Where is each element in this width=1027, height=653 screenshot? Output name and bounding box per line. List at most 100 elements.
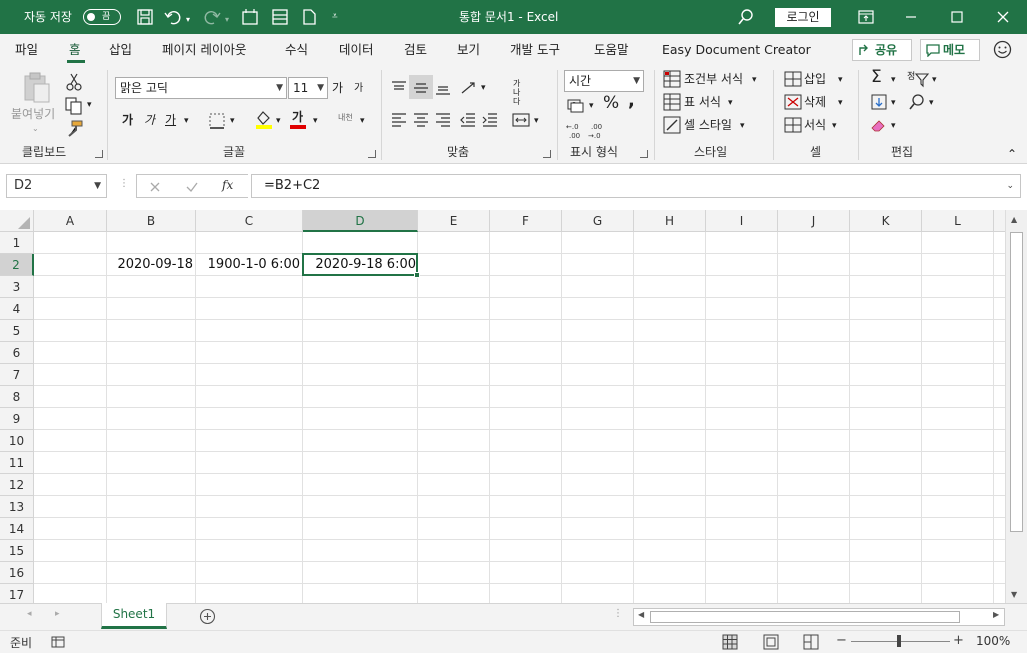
new-sheet-icon[interactable] <box>241 8 259 26</box>
cell-styles-label[interactable]: 셀 스타일 <box>684 117 732 133</box>
close-icon[interactable] <box>994 8 1012 26</box>
column-header-i[interactable]: I <box>706 210 778 232</box>
save-icon[interactable] <box>136 8 154 26</box>
borders-dropdown-icon[interactable]: ▾ <box>230 113 235 129</box>
align-right-icon[interactable] <box>433 110 453 130</box>
percent-icon[interactable]: % <box>603 95 619 112</box>
scroll-down-icon[interactable]: ▼ <box>1011 590 1017 599</box>
cell-styles-dropdown-icon[interactable]: ▾ <box>740 118 745 134</box>
document-icon[interactable] <box>300 8 318 26</box>
align-left-icon[interactable] <box>389 110 409 130</box>
format-as-table-icon[interactable] <box>662 92 682 112</box>
font-size-combo[interactable]: 11 ▼ <box>288 77 328 99</box>
cut-icon[interactable] <box>64 72 84 92</box>
row-header-16[interactable]: 16 <box>0 562 34 584</box>
row-header-4[interactable]: 4 <box>0 298 34 320</box>
insert-cells-label[interactable]: 삽입 <box>804 71 826 87</box>
row-header-10[interactable]: 10 <box>0 430 34 452</box>
format-cells-label[interactable]: 서식 <box>804 117 826 133</box>
font-color-button[interactable]: 가 <box>292 109 303 125</box>
orientation-dropdown-icon[interactable]: ▾ <box>481 80 486 96</box>
column-header-d[interactable]: D <box>303 210 418 232</box>
clear-icon[interactable] <box>869 115 889 135</box>
maximize-icon[interactable] <box>948 8 966 26</box>
row-header-7[interactable]: 7 <box>0 364 34 386</box>
formula-input[interactable]: =B2+C2 ⌄ <box>251 174 1021 198</box>
format-painter-icon[interactable] <box>64 119 84 139</box>
minimize-icon[interactable] <box>902 8 920 26</box>
comma-style-icon[interactable]: , <box>628 92 635 110</box>
share-button[interactable]: 공유 <box>852 39 912 61</box>
delete-cells-icon[interactable] <box>783 92 803 112</box>
autosum-icon[interactable]: Σ <box>871 69 882 86</box>
alignment-launcher-icon[interactable] <box>543 150 551 158</box>
zoom-out-icon[interactable]: − <box>836 633 847 648</box>
format-as-table-label[interactable]: 표 서식 <box>684 94 721 110</box>
column-header-j[interactable]: J <box>778 210 850 232</box>
delete-dropdown-icon[interactable]: ▾ <box>838 95 843 111</box>
tab-home[interactable]: 홈 <box>69 42 81 58</box>
format-cells-icon[interactable] <box>783 115 803 135</box>
autosave-toggle[interactable]: 끔 <box>83 9 121 25</box>
add-sheet-icon[interactable] <box>199 608 216 625</box>
align-bottom-icon[interactable] <box>433 78 453 98</box>
sort-dropdown-icon[interactable]: ▾ <box>932 72 937 88</box>
align-top-icon[interactable] <box>389 78 409 98</box>
cell-b2[interactable]: 2020-09-18 <box>107 254 195 276</box>
column-header-a[interactable]: A <box>34 210 107 232</box>
column-header-g[interactable]: G <box>562 210 634 232</box>
horizontal-scroll-thumb[interactable] <box>650 611 960 623</box>
row-header-1[interactable]: 1 <box>0 232 34 254</box>
normal-view-icon[interactable] <box>722 634 738 650</box>
number-format-combo[interactable]: 시간 ▼ <box>564 70 644 92</box>
row-header-15[interactable]: 15 <box>0 540 34 562</box>
bold-button[interactable]: 가 <box>122 112 133 128</box>
shrink-font-button[interactable]: 가 <box>354 81 363 97</box>
redo-icon[interactable] <box>203 8 221 26</box>
cell-styles-icon[interactable] <box>662 115 682 135</box>
ribbon-display-icon[interactable] <box>857 8 875 26</box>
merge-center-icon[interactable] <box>511 110 531 130</box>
orientation-icon[interactable] <box>459 78 479 98</box>
row-header-17[interactable]: 17 <box>0 584 34 603</box>
tab-data[interactable]: 데이터 <box>339 42 374 58</box>
format-dropdown-icon[interactable]: ▾ <box>832 118 837 134</box>
clear-dropdown-icon[interactable]: ▾ <box>891 118 896 134</box>
zoom-level[interactable]: 100% <box>976 634 1010 648</box>
tab-split-icon[interactable]: ⋮ <box>613 608 623 619</box>
collapse-ribbon-icon[interactable]: ⌃ <box>1007 146 1017 162</box>
row-header-14[interactable]: 14 <box>0 518 34 540</box>
find-select-icon[interactable] <box>907 92 927 112</box>
tab-formulas[interactable]: 수식 <box>285 42 308 58</box>
conditional-formatting-label[interactable]: 조건부 서식 <box>684 71 743 87</box>
scroll-up-icon[interactable]: ▲ <box>1011 215 1017 224</box>
tab-page-layout[interactable]: 페이지 레이아웃 <box>162 42 246 58</box>
find-dropdown-icon[interactable]: ▾ <box>929 95 934 111</box>
increase-decimal-icon[interactable]: ←.0.00 <box>566 120 586 140</box>
align-middle-icon[interactable] <box>411 78 431 98</box>
font-name-combo[interactable]: 맑은 고딕 ▼ <box>115 77 287 99</box>
tab-developer[interactable]: 개발 도구 <box>510 42 560 58</box>
feedback-smiley-icon[interactable] <box>993 40 1012 59</box>
sheet-tab-sheet1[interactable]: Sheet1 <box>101 603 167 629</box>
tab-help[interactable]: 도움말 <box>594 42 629 58</box>
column-header-l[interactable]: L <box>922 210 994 232</box>
autosum-dropdown-icon[interactable]: ▾ <box>891 72 896 88</box>
select-all-button[interactable] <box>0 210 34 232</box>
tab-file[interactable]: 파일 <box>15 42 38 58</box>
decrease-decimal-icon[interactable]: .00→.0 <box>588 120 608 140</box>
vertical-scroll-thumb[interactable] <box>1010 232 1023 532</box>
vertical-scrollbar[interactable]: ▲ ▼ <box>1005 210 1027 603</box>
next-sheet-icon[interactable]: ▸ <box>55 609 60 619</box>
paste-label[interactable]: 붙여넣기 <box>11 106 55 122</box>
row-header-9[interactable]: 9 <box>0 408 34 430</box>
paste-dropdown-icon[interactable]: ⌄ <box>32 121 39 137</box>
name-box[interactable]: D2 ▼ <box>6 174 107 198</box>
row-header-3[interactable]: 3 <box>0 276 34 298</box>
cancel-entry-icon[interactable] <box>148 180 162 194</box>
phonetic-button[interactable]: 내천 <box>338 110 353 126</box>
fill-icon[interactable] <box>869 92 889 112</box>
worksheet-grid[interactable]: A B C D E F G H I J K L 1 2 3 4 5 6 7 8 … <box>0 210 1005 603</box>
tab-review[interactable]: 검토 <box>404 42 427 58</box>
row-header-5[interactable]: 5 <box>0 320 34 342</box>
